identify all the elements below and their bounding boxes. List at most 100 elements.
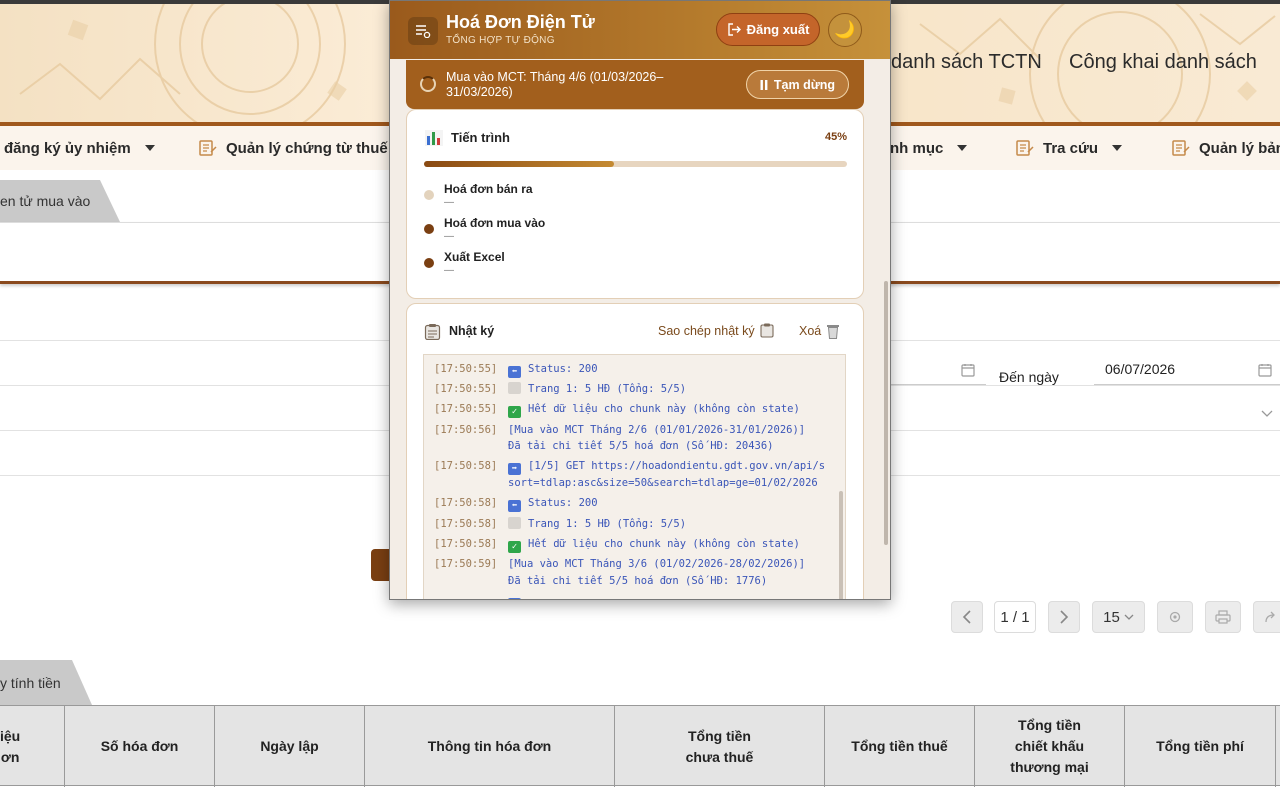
log-timestamp: [17:50:55] (434, 383, 498, 396)
log-line: Đã tải chi tiết 5/5 hoá đơn (Số HĐ: 2043… (424, 438, 845, 455)
back-arrow-icon: ⬅ (508, 500, 521, 513)
log-console[interactable]: sort=tdlap:asc&size=50&search=tdlap=ge=0… (423, 354, 846, 599)
step-label: Xuất Excel (444, 250, 505, 264)
log-message: Hết dữ liệu cho chunk này (không còn sta… (528, 403, 800, 416)
trash-icon (827, 325, 840, 339)
menu-item-lookup[interactable]: Tra cứu (1015, 126, 1123, 170)
document-edit-icon (199, 140, 217, 156)
log-line: [17:50:55] ⬅ Status: 200 (424, 361, 845, 378)
print-button[interactable] (1205, 601, 1241, 633)
log-message: Status: 200 (528, 497, 598, 510)
theme-toggle-button[interactable]: 🌙 (828, 13, 862, 47)
extension-header: Hoá Đơn Điện Tử TỔNG HỢP TỰ ĐỘNG Đăng xu… (390, 1, 890, 59)
prev-page-button[interactable] (951, 601, 983, 633)
menu-item-delegation[interactable]: đăng ký ủy nhiệm (4, 126, 155, 170)
menu-label: đăng ký ủy nhiệm (4, 139, 131, 157)
log-message: [Mua vào MCT Tháng 3/6 (01/02/2026-28/02… (508, 557, 806, 570)
column-header[interactable]: Tổng tiền phí (1125, 706, 1276, 787)
log-line: Đã tải chi tiết 5/5 hoá đơn (Số HĐ: 1776… (424, 573, 845, 590)
banner-link-tctn[interactable]: danh sách TCTN (891, 51, 1042, 74)
column-header[interactable]: Ngày lập (215, 706, 365, 787)
log-timestamp: [17:50:59] (434, 557, 498, 570)
chevron-down-icon[interactable] (1261, 410, 1273, 418)
chevron-down-icon (1112, 145, 1123, 151)
clipboard-icon (424, 324, 441, 340)
page-size-select[interactable]: 15 (1092, 601, 1145, 633)
log-line: [17:50:55] ✓ Hết dữ liệu cho chunk này (kh… (424, 401, 845, 419)
page-indicator[interactable]: 1 / 1 (994, 601, 1036, 633)
step-status: — (444, 231, 454, 242)
progress-bar-fill (424, 161, 615, 167)
banner-link-public-list[interactable]: Công khai danh sách (1069, 51, 1257, 74)
copy-log-label: Sao chép nhật ký (658, 323, 755, 338)
log-card: Nhật ký Sao chép nhật ký Xoá sort=tdlap:… (406, 303, 864, 599)
settings-button[interactable] (1157, 601, 1193, 633)
step-status: — (444, 265, 454, 276)
logout-button[interactable]: Đăng xuất (716, 13, 820, 46)
to-date-value: 06/07/2026 (1105, 361, 1176, 377)
logout-icon (727, 23, 741, 36)
export-button[interactable] (1253, 601, 1280, 633)
tab-purchase-invoices[interactable]: en tử mua vào (0, 180, 120, 222)
step-status: — (444, 197, 454, 208)
menu-label: Quản lý bản (1199, 139, 1280, 157)
log-line: sort=tdlap:asc&size=50&search=tdlap=ge=0… (424, 354, 845, 358)
menu-icon[interactable] (408, 17, 438, 45)
back-arrow-icon: ⬅ (508, 366, 521, 378)
menu-label: Tra cứu (1043, 139, 1099, 157)
chevron-down-icon (957, 145, 968, 151)
search-button[interactable] (371, 549, 391, 581)
column-header[interactable]: Thông tin hóa đơn (365, 706, 615, 787)
column-header[interactable]: Số hóa đơn (65, 706, 215, 787)
gear-icon (1169, 611, 1181, 623)
column-header[interactable]: Tổng tiền chiết khấu thương mại (975, 706, 1125, 787)
log-title: Nhật ký (449, 324, 495, 338)
log-message: Hết dữ liệu cho chunk này (không còn sta… (528, 537, 800, 550)
menu-item-management[interactable]: Quản lý bản (1171, 126, 1280, 170)
log-message: Trang 1: 5 HĐ (Tổng: 5/5) (528, 383, 687, 396)
column-header[interactable]: iệu ơn (0, 706, 65, 787)
log-line: [17:50:56] [Mua vào MCT Tháng 2/6 (01/01/… (424, 422, 845, 439)
step-dot (424, 258, 434, 268)
clear-log-button[interactable]: Xoá (799, 323, 840, 339)
menu-label: Quản lý chứng từ thuế th (226, 139, 407, 157)
to-date-input[interactable]: 06/07/2026 (1094, 355, 1280, 385)
step-dot (424, 224, 434, 234)
menu-item-categories[interactable]: nh mục (890, 126, 968, 170)
extension-scroll-area[interactable]: Tiến trình 45% Hoá đơn bán ra — Hoá đơn … (390, 109, 890, 599)
menu-item-tax-documents[interactable]: Quản lý chứng từ thuế th (198, 126, 406, 170)
log-timestamp: [17:50:56] (434, 423, 498, 436)
log-message: Đã tải chi tiết 5/5 hoá đơn (Số HĐ: 1776… (508, 574, 768, 587)
status-text: Mua vào MCT: Tháng 4/6 (01/03/2026–31/03… (446, 70, 664, 99)
share-icon (1265, 611, 1275, 623)
invoice-extension-panel: Hoá Đơn Điện Tử TỔNG HỢP TỰ ĐỘNG Đăng xu… (389, 0, 891, 600)
log-line: [17:50:55] Trang 1: 5 HĐ (Tổng: 5/5) (424, 381, 845, 398)
from-date-input[interactable] (890, 355, 986, 385)
copy-log-button[interactable]: Sao chép nhật ký (658, 323, 774, 338)
log-timestamp: [17:50:58] (434, 537, 498, 550)
pause-button[interactable]: Tạm dừng (746, 70, 849, 99)
column-header[interactable]: Tổng tiền chưa thuế (615, 706, 825, 787)
log-message: sort=tdlap:asc&size=50&search=tdlap=ge=0… (508, 354, 818, 355)
log-lines: sort=tdlap:asc&size=50&search=tdlap=ge=0… (424, 354, 845, 599)
log-scrollbar[interactable] (839, 491, 843, 599)
tab-cash-register-invoices[interactable]: y tính tiền (0, 660, 92, 705)
log-timestamp: [17:50:58] (434, 517, 498, 530)
log-line: [17:50:58] ✓ Hết dữ liệu cho chunk này (kh… (424, 536, 845, 553)
bar-chart-icon (425, 130, 443, 146)
clipboard-icon (760, 323, 774, 338)
invoice-table-header: iệu ơn Số hóa đơn Ngày lập Thông tin hóa… (0, 705, 1280, 787)
progress-percent: 45% (824, 131, 847, 143)
step-label: Hoá đơn mua vào (444, 216, 546, 230)
next-page-button[interactable] (1048, 601, 1080, 633)
step-dot (424, 190, 434, 200)
status-bar: Mua vào MCT: Tháng 4/6 (01/03/2026–31/03… (406, 60, 864, 109)
pause-label: Tạm dừng (773, 77, 836, 92)
column-header[interactable]: Tổng tiền thuế (825, 706, 975, 787)
page-icon (508, 516, 521, 529)
log-message: [Mua vào MCT Tháng 2/6 (01/01/2026-31/01… (508, 423, 806, 436)
log-timestamp: [17:50:58] (434, 460, 498, 473)
log-message: Đã tải chi tiết 5/5 hoá đơn (Số HĐ: 2043… (508, 440, 774, 453)
panel-scrollbar[interactable] (884, 281, 888, 545)
calendar-icon (961, 364, 975, 377)
